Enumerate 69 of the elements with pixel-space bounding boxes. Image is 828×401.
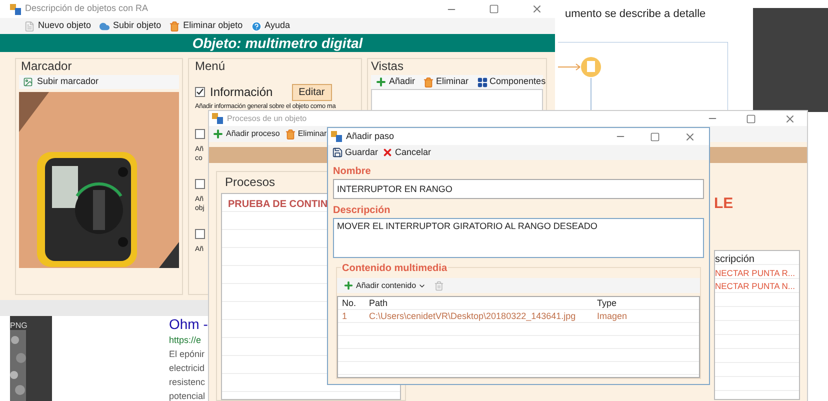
document-icon	[24, 20, 35, 32]
add-content-button[interactable]: Añadir contenido	[343, 280, 426, 292]
close-icon[interactable]	[784, 112, 796, 124]
search-result-link[interactable]: Ohm -	[169, 316, 208, 333]
panel-title: Menú	[195, 58, 226, 75]
trash-icon	[423, 76, 434, 88]
panel-title: Marcador	[20, 58, 73, 75]
toolbar-button[interactable]: Añadir	[375, 75, 416, 89]
column-header: No.	[341, 296, 358, 310]
plus-icon	[343, 280, 354, 291]
heading-text: LE	[714, 194, 734, 214]
edit-button[interactable]: Editar	[292, 84, 332, 100]
panel-title: Procesos	[224, 174, 276, 191]
maximize-icon[interactable]	[650, 132, 660, 142]
result-url: https://e	[169, 334, 202, 347]
checkbox[interactable]	[195, 179, 205, 189]
upload-marker-button[interactable]: Subir marcador	[19, 75, 179, 89]
table-cell-text: 1	[341, 310, 348, 323]
table-cell-text: Imagen	[596, 310, 628, 323]
toolbar-button[interactable]: Añadir proceso	[212, 128, 280, 140]
window-title: Añadir paso	[346, 130, 394, 143]
description-field[interactable]: MOVER EL INTERRUPTOR GIRATORIO AL RANGO DESEADO	[333, 218, 704, 258]
app-icon	[10, 4, 21, 14]
maximize-icon[interactable]	[746, 114, 756, 124]
window-title: Descripción de objetos con RA	[25, 2, 148, 16]
checkbox[interactable]	[195, 87, 205, 97]
plus-icon	[212, 128, 224, 140]
image-icon	[23, 77, 33, 87]
column-header: scripción	[715, 252, 754, 266]
thumbnail-label: PNG	[10, 320, 28, 332]
toolbar-button[interactable]: Eliminar	[284, 128, 327, 140]
toolbar-button[interactable]: Eliminar objeto	[169, 19, 243, 33]
table-cell: NECTAR PUNTA R...	[715, 266, 795, 280]
toolbar-button[interactable]: Subir objeto	[99, 19, 162, 33]
field-label: Descripción	[333, 204, 392, 218]
trash-icon	[284, 128, 296, 140]
close-icon[interactable]	[684, 130, 696, 142]
column-header: Path	[368, 296, 389, 310]
document-text: umento se describe a detalle	[564, 7, 707, 22]
result-snippet: El epónir electricid resistenc potencial	[169, 348, 206, 401]
close-icon	[382, 147, 394, 158]
app-icon	[331, 131, 342, 142]
toolbar-button[interactable]: Eliminar	[423, 75, 469, 89]
table-cell-text: C:\Users\cenidetVR\Desktop\20180322_143641.jpg	[368, 310, 577, 323]
help-icon	[250, 20, 262, 32]
toolbar-button[interactable]: Nuevo objeto	[24, 19, 92, 33]
checkbox[interactable]	[195, 129, 205, 139]
grid-icon	[476, 76, 488, 88]
checkbox-label: Información	[210, 84, 273, 101]
trash-icon	[169, 20, 180, 32]
close-icon[interactable]	[531, 3, 543, 15]
field-label: Nombre	[333, 165, 372, 179]
window-title: Procesos de un objeto	[227, 112, 307, 124]
toolbar-button[interactable]: Cancelar	[382, 146, 432, 160]
cloud-icon	[99, 20, 110, 32]
table-cell: NECTAR PUNTA N...	[715, 280, 795, 292]
process-item: PRUEBA DE CONTIN	[228, 198, 328, 212]
toolbar-button[interactable]: Guardar	[332, 146, 378, 160]
title-banner: Objeto: multimetro digital	[0, 34, 555, 52]
column-header: Type	[596, 296, 618, 310]
plus-icon	[375, 76, 387, 88]
save-icon	[332, 147, 343, 158]
checkbox[interactable]	[195, 229, 205, 239]
maximize-icon[interactable]	[489, 4, 499, 14]
toolbar-button[interactable]: Ayuda	[250, 19, 290, 33]
name-field[interactable]: INTERRUPTOR EN RANGO	[333, 179, 704, 199]
panel-title: Vistas	[370, 58, 404, 75]
app-icon	[212, 113, 223, 124]
toolbar-button[interactable]: Componentes	[476, 75, 546, 89]
